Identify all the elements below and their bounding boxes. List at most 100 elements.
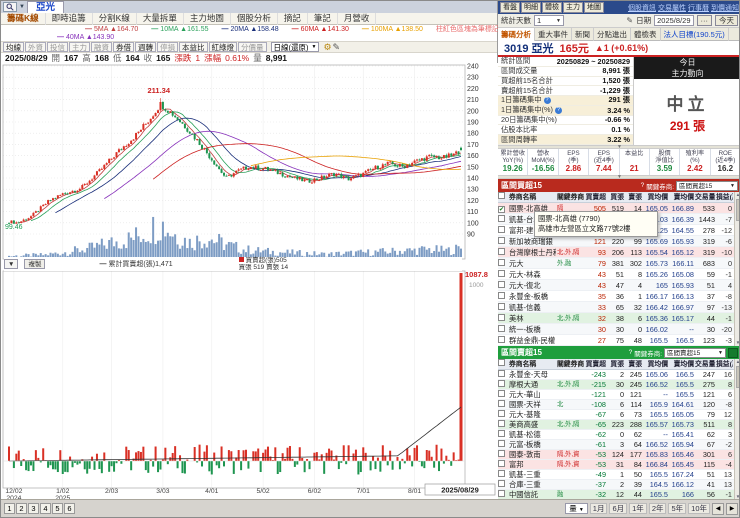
question-icon[interactable]: ? — [543, 96, 551, 104]
toolbar-button-8[interactable]: 停損 — [157, 42, 178, 52]
menu-tab-9[interactable]: 月營收 — [338, 12, 377, 25]
broker-row[interactable]: 永豐金-天母 -243 2 245 165.06 166.5 247 16 — [498, 369, 739, 380]
period-button-1[interactable]: 1月 — [589, 503, 608, 514]
stock-title-tab[interactable]: 亞光 — [26, 1, 64, 13]
panel-tab-3[interactable]: 新聞 — [572, 27, 594, 41]
row-checkbox[interactable] — [498, 280, 508, 291]
row-checkbox[interactable] — [498, 269, 508, 280]
pane2-copy-button[interactable]: 複製 — [24, 259, 46, 269]
broker-row[interactable]: 國泰-敦南 隔,外,資 -53 124 177 165.83 165.46 301 6 — [498, 449, 739, 460]
panel-tab-5[interactable]: 體檢表 — [631, 27, 661, 41]
help-icon-2[interactable]: ? — [629, 349, 633, 356]
panel-button-4[interactable]: 主力 — [563, 2, 583, 13]
broker-row[interactable]: 群益金鼎-民權 27 75 48 165.5 166.5 123 -3 — [498, 335, 739, 346]
scroll-right-icon[interactable]: ▶ — [726, 502, 738, 515]
page-button-5[interactable]: 5 — [52, 503, 63, 514]
row-checkbox[interactable] — [498, 291, 508, 302]
panel-tab-4[interactable]: 分點進出 — [594, 27, 631, 41]
stat-days-select[interactable]: 1 ▼ — [534, 15, 564, 26]
gear-icon[interactable]: ⚙ — [323, 42, 331, 52]
question-icon[interactable]: ? — [554, 106, 562, 114]
price-volume-chart[interactable]: 240 230 220 210 200 190 180 170 160 150 140 130 120 1… — [1, 63, 498, 502]
settings-button[interactable] — [728, 347, 738, 358]
panel-tab-6[interactable]: 法人目標(190.5元) — [661, 27, 729, 41]
panel-button-2[interactable]: 明細 — [521, 2, 541, 13]
sell-key-broker-select[interactable]: 區間賣超15 ▼ — [664, 347, 726, 358]
toolbar-button-4[interactable]: 主力 — [69, 42, 90, 52]
period-select[interactable]: 日線(還原) ▼ — [270, 42, 320, 52]
row-checkbox[interactable] — [498, 335, 508, 346]
broker-row[interactable]: 凱基-松德 -62 0 62 -- 165.41 62 3 — [498, 429, 739, 440]
row-checkbox[interactable] — [498, 469, 508, 480]
search-icon[interactable] — [3, 2, 17, 12]
panel-link-3[interactable]: 行事曆 — [688, 3, 709, 13]
select-all-checkbox[interactable] — [498, 358, 508, 370]
broker-row[interactable]: 元大-林森 43 51 8 165.26 165.08 59 -1 — [498, 269, 739, 280]
row-checkbox[interactable] — [498, 449, 508, 460]
menu-tab-4[interactable]: 大量拆單 — [137, 12, 184, 25]
row-checkbox[interactable] — [498, 389, 508, 400]
period-button-6[interactable]: 10年 — [688, 503, 710, 514]
pane2-zoom-select[interactable]: ▼ — [4, 259, 19, 269]
row-checkbox[interactable] — [498, 429, 508, 440]
row-checkbox[interactable] — [498, 258, 508, 269]
toolbar-button-11[interactable]: 分價量 — [238, 42, 267, 52]
broker-row[interactable]: 元大-華山 -121 0 121 -- 165.5 121 6 — [498, 389, 739, 400]
panel-button-5[interactable]: 地圖 — [584, 2, 604, 13]
panel-button-3[interactable]: 體檢 — [542, 2, 562, 13]
toolbar-button-5[interactable]: 融資 — [91, 42, 112, 52]
menu-tab-3[interactable]: 分割K線 — [93, 12, 137, 25]
date-input[interactable]: 2025/8/29 — [654, 15, 694, 26]
broker-row[interactable]: 摩根大通 北,外,隔 -215 30 245 166.52 165.5 275 8 — [498, 379, 739, 390]
pencil-icon[interactable]: ✎ — [333, 42, 341, 52]
menu-tab-6[interactable]: 個股分析 — [231, 12, 278, 25]
menu-tab-5[interactable]: 主力地圖 — [184, 12, 231, 25]
toolbar-button-7[interactable]: 週轉 — [135, 42, 156, 52]
menu-tab-8[interactable]: 筆記 — [308, 12, 338, 25]
row-checkbox[interactable] — [498, 236, 508, 247]
row-checkbox[interactable] — [498, 214, 508, 225]
chart-host[interactable]: 240 230 220 210 200 190 180 170 160 150 140 130 120 1… — [1, 63, 498, 502]
broker-row[interactable]: 國票-天祥 北 -108 6 114 165.9 164.61 120 -8 — [498, 399, 739, 410]
row-checkbox[interactable] — [498, 302, 508, 313]
toolbar-button-9[interactable]: 本益比 — [179, 42, 208, 52]
period-button-3[interactable]: 1年 — [629, 503, 647, 514]
row-checkbox[interactable] — [498, 489, 508, 500]
toolbar-button-3[interactable]: 投信 — [47, 42, 68, 52]
statusbar-select[interactable]: 量 ▼ — [565, 503, 588, 514]
help-icon[interactable]: ? — [641, 182, 645, 189]
period-button-2[interactable]: 6月 — [609, 503, 628, 514]
broker-row[interactable]: 凱基-信義 33 65 32 166.42 166.97 97 -13 — [498, 302, 739, 313]
row-checkbox[interactable] — [498, 439, 508, 450]
toolbar-button-2[interactable]: 外資 — [25, 42, 46, 52]
menu-tab-1[interactable]: 籌碼K線 — [1, 12, 46, 25]
select-all-checkbox[interactable] — [498, 191, 508, 203]
broker-row[interactable]: 美林 北,外,隔 32 38 6 165.36 165.17 44 -1 — [498, 313, 739, 324]
buy-table-scrollbar[interactable]: ▲ ▼ — [734, 192, 739, 346]
row-checkbox[interactable] — [498, 399, 508, 410]
period-button-4[interactable]: 2年 — [648, 503, 667, 514]
panel-tab-2[interactable]: 重大事件 — [535, 27, 572, 41]
row-checkbox[interactable] — [498, 225, 508, 236]
broker-row[interactable]: 永豐金-板橋 35 36 1 166.17 166.13 37 -8 — [498, 291, 739, 302]
row-checkbox[interactable] — [498, 479, 508, 490]
row-checkbox[interactable] — [498, 459, 508, 470]
date-more-button[interactable]: ··· — [696, 15, 712, 26]
edit-icon[interactable]: ✎ — [626, 16, 633, 26]
page-button-1[interactable]: 1 — [4, 503, 15, 514]
row-checkbox[interactable]: ✔ — [498, 203, 508, 214]
page-button-4[interactable]: 4 — [40, 503, 51, 514]
panel-button-1[interactable]: 看盤 — [500, 2, 520, 13]
row-checkbox[interactable] — [498, 419, 508, 430]
sell-table-scrollbar[interactable]: ▲ ▼ — [734, 359, 739, 500]
buy-key-broker-select[interactable]: 區間買超15 ▼ — [676, 180, 738, 191]
row-checkbox[interactable] — [498, 324, 508, 335]
broker-row[interactable]: 新加坡商瑞銀 121 220 99 165.69 165.93 319 -6 — [498, 236, 739, 247]
broker-row[interactable]: 統一-板橋 30 30 0 166.02 -- 30 -20 — [498, 324, 739, 335]
broker-row[interactable]: 元大-復北 43 47 4 165 165.93 51 4 — [498, 280, 739, 291]
page-button-3[interactable]: 3 — [28, 503, 39, 514]
menu-tab-7[interactable]: 摘記 — [278, 12, 308, 25]
row-checkbox[interactable] — [498, 313, 508, 324]
toolbar-button-6[interactable]: 券借 — [113, 42, 134, 52]
row-checkbox[interactable] — [498, 409, 508, 420]
